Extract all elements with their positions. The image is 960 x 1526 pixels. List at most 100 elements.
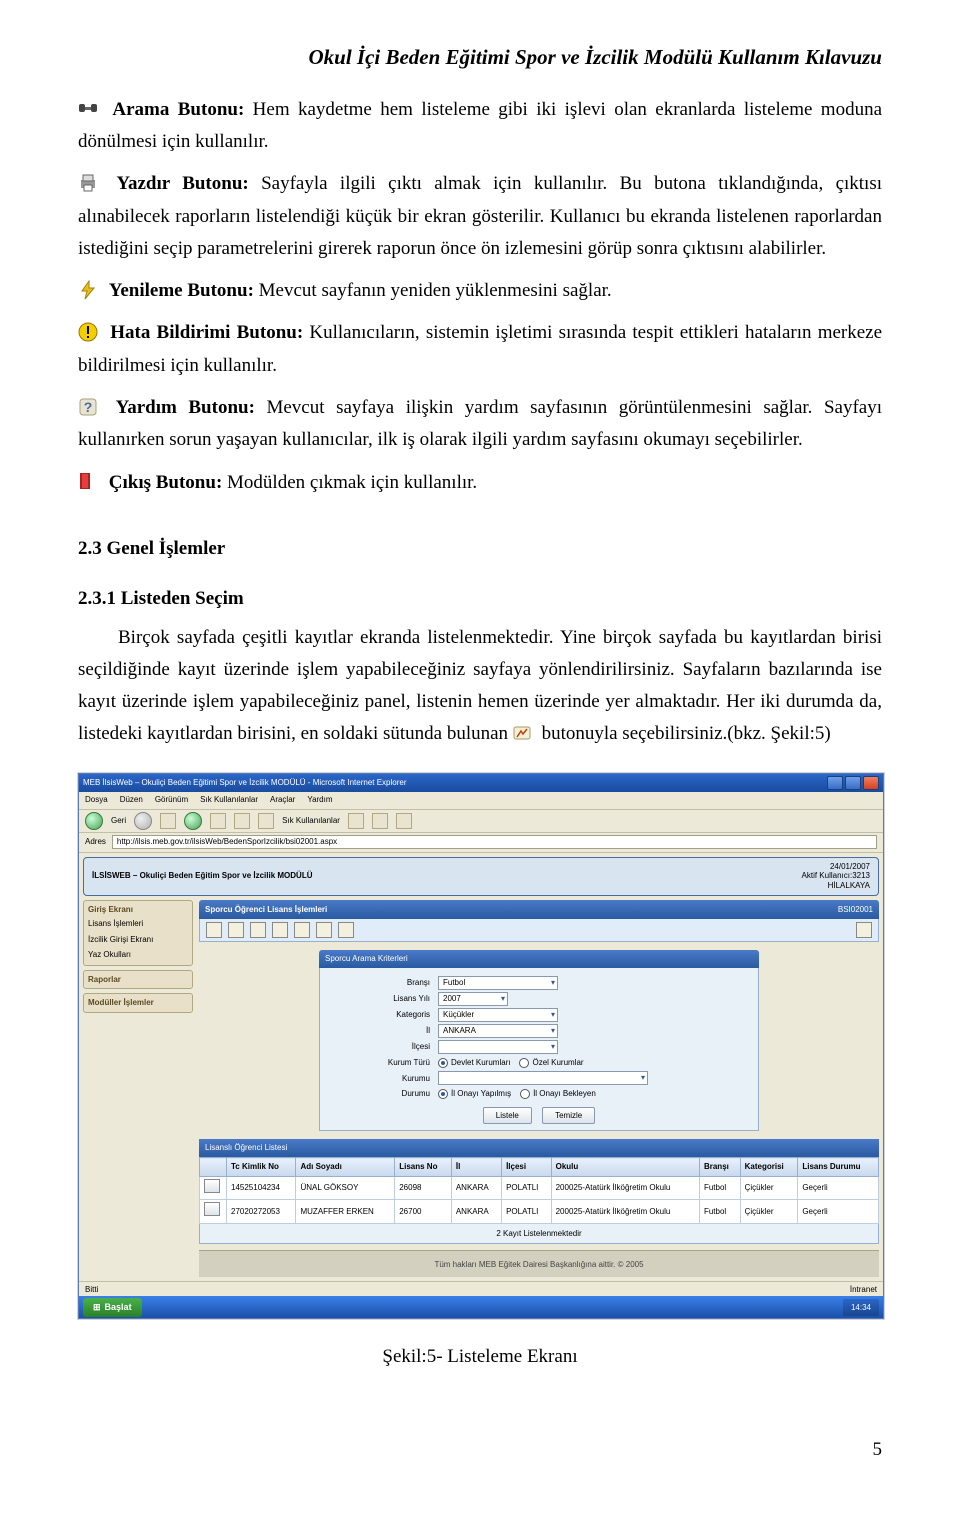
history-icon[interactable]	[348, 813, 364, 829]
label-kategori: Kategoris	[330, 1008, 438, 1022]
back-button[interactable]	[85, 812, 103, 830]
figure-5-screenshot: MEB İlsisWeb – Okuliçi Beden Eğitimi Spo…	[78, 773, 882, 1320]
radio-ozel-label: Özel Kurumlar	[532, 1058, 583, 1067]
sidebar-title-giris: Giriş Ekranı	[88, 903, 188, 917]
menu-dosya[interactable]: Dosya	[85, 793, 108, 807]
home-icon[interactable]	[210, 813, 226, 829]
subsection-2-3-1-heading: 2.3.1 Listeden Seçim	[78, 583, 882, 615]
module-footer: Tüm hakları MEB Eğitek Dairesi Başkanlığ…	[199, 1250, 879, 1277]
sidebar-title-raporlar: Raporlar	[88, 973, 188, 987]
window-titlebar: MEB İlsisWeb – Okuliçi Beden Eğitimi Spo…	[79, 774, 883, 792]
select-kurumu[interactable]	[438, 1071, 648, 1085]
select-kategori[interactable]: Küçükler	[438, 1008, 558, 1022]
print-icon[interactable]	[396, 813, 412, 829]
student-list-panel: Lisanslı Öğrenci Listesi Tc Kimlik No Ad…	[199, 1139, 879, 1244]
tb-help-icon[interactable]	[856, 922, 872, 938]
cell-il: ANKARA	[451, 1176, 501, 1200]
th-lisansno[interactable]: Lisans No	[395, 1158, 452, 1177]
favorites-icon[interactable]	[258, 813, 274, 829]
windows-taskbar: ⊞ Başlat 14:34	[79, 1296, 883, 1318]
temizle-button[interactable]: Temizle	[542, 1107, 595, 1125]
cell-lisans: 26700	[395, 1200, 452, 1224]
select-lisansyili[interactable]: 2007	[438, 992, 508, 1006]
tb-print-icon[interactable]	[294, 922, 310, 938]
cell-durum: Geçerli	[798, 1200, 879, 1224]
liste-text-b: butonuyla seçebilirsiniz.(bkz. Şekil:5)	[542, 723, 831, 744]
mail-icon[interactable]	[372, 813, 388, 829]
help-question-icon: ?	[78, 397, 98, 417]
row-select-button[interactable]	[204, 1179, 220, 1193]
start-button[interactable]: ⊞ Başlat	[83, 1298, 142, 1317]
cell-durum: Geçerli	[798, 1176, 879, 1200]
tb-search-icon[interactable]	[272, 922, 288, 938]
cell-kategori: Çiçükler	[740, 1200, 798, 1224]
operation-toolbar	[199, 919, 879, 942]
radio-onay-bekleyen[interactable]	[520, 1089, 530, 1099]
th-lisansdurumu[interactable]: Lisans Durumu	[798, 1158, 879, 1177]
sidebar-item-lisans[interactable]: Lisans İşlemleri	[88, 916, 188, 932]
yazdir-button-label: Yazdır Butonu:	[116, 173, 248, 194]
th-kategorisi[interactable]: Kategorisi	[740, 1158, 798, 1177]
page-number: 5	[78, 1434, 882, 1466]
listele-button[interactable]: Listele	[483, 1107, 532, 1125]
th-tckimlik[interactable]: Tc Kimlik No	[227, 1158, 296, 1177]
refresh-button[interactable]	[184, 812, 202, 830]
document-page: Okul İçi Beden Eğitimi Spor ve İzcilik M…	[0, 0, 960, 1526]
menu-yardim[interactable]: Yardım	[307, 793, 332, 807]
radio-ozel[interactable]	[519, 1058, 529, 1068]
search-icon[interactable]	[234, 813, 250, 829]
radio-group-kurumturu: Devlet Kurumları Özel Kurumlar	[438, 1056, 584, 1070]
tb-delete-icon[interactable]	[250, 922, 266, 938]
label-ilce: İlçesi	[330, 1040, 438, 1054]
module-title: İLSİSWEB – Okuliçi Beden Eğitim Spor ve …	[92, 871, 312, 880]
paragraph-cikis: Çıkış Butonu: Modülden çıkmak için kulla…	[78, 467, 882, 499]
select-ilce[interactable]	[438, 1040, 558, 1054]
paragraph-hata: Hata Bildirimi Butonu: Kullanıcıların, s…	[78, 317, 882, 382]
yenileme-button-label: Yenileme Butonu:	[109, 280, 254, 301]
close-button[interactable]	[863, 776, 879, 790]
row-select-button[interactable]	[204, 1202, 220, 1216]
minimize-button[interactable]	[827, 776, 843, 790]
cell-brans: Futbol	[699, 1200, 740, 1224]
sidebar-panel-moduller[interactable]: Modüller İşlemler	[83, 993, 193, 1013]
radio-devlet[interactable]	[438, 1058, 448, 1068]
paragraph-yardim: ? Yardım Butonu: Mevcut sayfaya ilişkin …	[78, 392, 882, 457]
operation-code: BSI02001	[838, 903, 873, 917]
menu-gorunum[interactable]: Görünüm	[155, 793, 188, 807]
tb-save-icon[interactable]	[228, 922, 244, 938]
cell-brans: Futbol	[699, 1176, 740, 1200]
th-ilcesi[interactable]: İlçesi	[502, 1158, 552, 1177]
menu-duzen[interactable]: Düzen	[120, 793, 143, 807]
module-active-user: Aktif Kullanıcı:3213	[802, 871, 870, 881]
th-il[interactable]: İl	[451, 1158, 501, 1177]
tb-new-icon[interactable]	[206, 922, 222, 938]
exit-door-icon	[78, 471, 98, 491]
page-header-title: Okul İçi Beden Eğitimi Spor ve İzcilik M…	[78, 40, 882, 76]
tray-clock[interactable]: 14:34	[843, 1299, 879, 1317]
cell-tc: 14525104234	[227, 1176, 296, 1200]
sidebar-panel-raporlar[interactable]: Raporlar	[83, 970, 193, 990]
tb-refresh-icon[interactable]	[316, 922, 332, 938]
forward-button[interactable]	[134, 812, 152, 830]
menu-araclar[interactable]: Araçlar	[270, 793, 295, 807]
cell-il: ANKARA	[451, 1200, 501, 1224]
th-bransi[interactable]: Branşı	[699, 1158, 740, 1177]
label-kurumu: Kurumu	[330, 1072, 438, 1086]
stop-icon[interactable]	[160, 813, 176, 829]
cell-kategori: Çiçükler	[740, 1176, 798, 1200]
sidebar-item-yazokullari[interactable]: Yaz Okulları	[88, 947, 188, 963]
select-bransi[interactable]: Futbol	[438, 976, 558, 990]
module-header: İLSİSWEB – Okuliçi Beden Eğitim Spor ve …	[83, 857, 879, 896]
paragraph-arama: Arama Butonu: Hem kaydetme hem listeleme…	[78, 94, 882, 159]
radio-onay-yapilmis[interactable]	[438, 1089, 448, 1099]
th-adsoyad[interactable]: Adı Soyadı	[296, 1158, 395, 1177]
sidebar-item-izcilik[interactable]: İzcilik Girişi Ekranı	[88, 932, 188, 948]
address-input[interactable]: http://ilsis.meb.gov.tr/ilsisWeb/BedenSp…	[112, 835, 877, 849]
select-il[interactable]: ANKARA	[438, 1024, 558, 1038]
tb-error-icon[interactable]	[338, 922, 354, 938]
maximize-button[interactable]	[845, 776, 861, 790]
address-bar: Adres http://ilsis.meb.gov.tr/ilsisWeb/B…	[79, 833, 883, 853]
operation-titlebar: Sporcu Öğrenci Lisans İşlemleri BSI02001	[199, 900, 879, 920]
menu-sikkullanilanlar[interactable]: Sık Kullanılanlar	[200, 793, 258, 807]
th-okulu[interactable]: Okulu	[551, 1158, 699, 1177]
